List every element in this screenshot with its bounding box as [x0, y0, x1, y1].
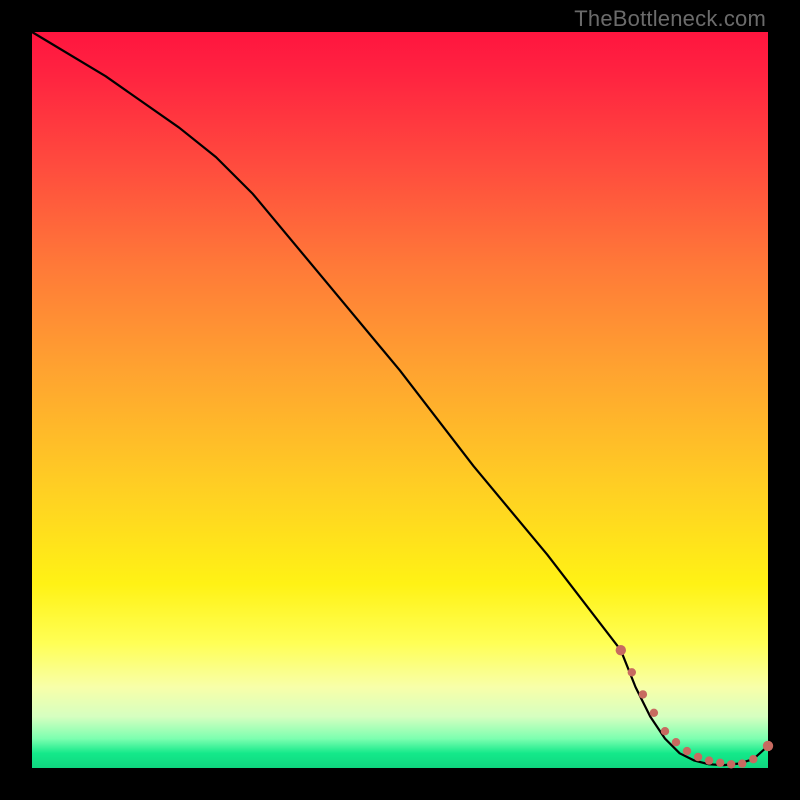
marker-dot	[628, 668, 636, 676]
series-line	[32, 32, 768, 765]
marker-group	[616, 645, 774, 769]
marker-dot	[616, 645, 626, 655]
chart-svg	[32, 32, 768, 768]
marker-dot	[716, 759, 724, 767]
marker-dot	[763, 741, 773, 751]
marker-dot	[683, 747, 691, 755]
plot-area	[32, 32, 768, 768]
chart-stage: TheBottleneck.com	[0, 0, 800, 800]
marker-dot	[694, 753, 702, 761]
attribution-label: TheBottleneck.com	[574, 6, 766, 32]
marker-dot	[749, 755, 757, 763]
marker-dot	[738, 759, 746, 767]
marker-dot	[727, 760, 735, 768]
marker-dot	[639, 690, 647, 698]
marker-dot	[705, 756, 713, 764]
marker-dot	[672, 738, 680, 746]
marker-dot	[650, 709, 658, 717]
marker-dot	[661, 727, 669, 735]
